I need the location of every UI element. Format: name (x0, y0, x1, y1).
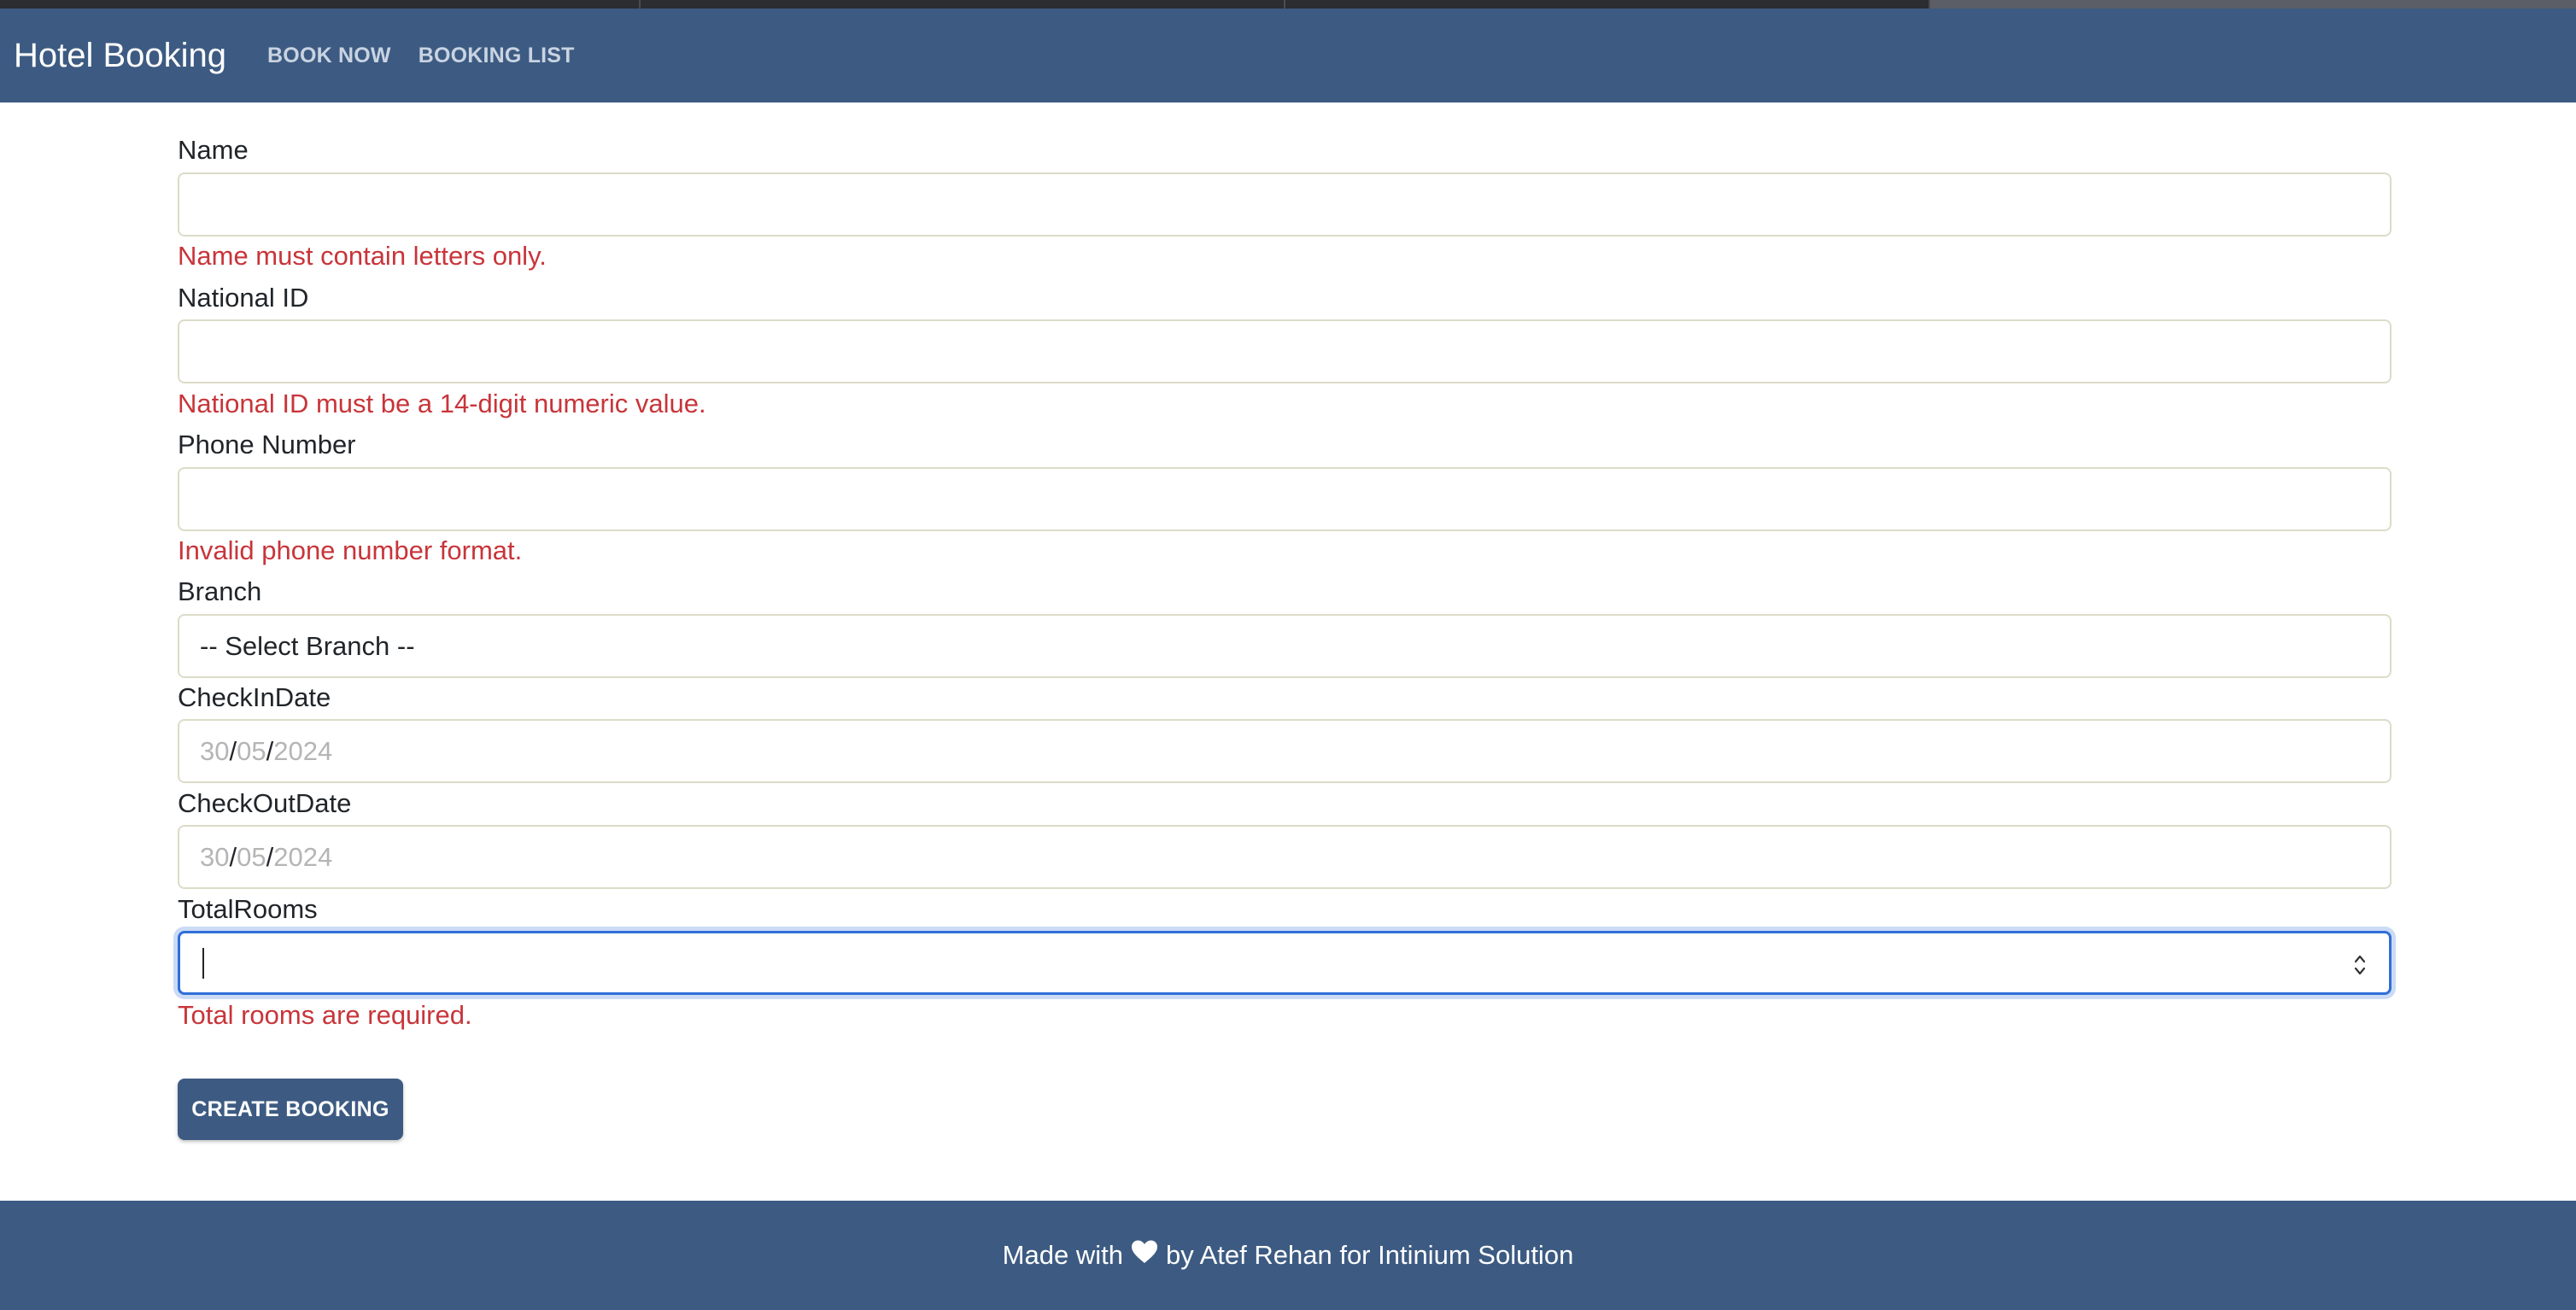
footer-suffix: by Atef Rehan for Intinium Solution (1165, 1240, 1574, 1270)
heart-icon (1130, 1239, 1159, 1272)
checkin-date-input[interactable]: 30/05/2024 (178, 719, 2392, 783)
footer: Made with by Atef Rehan for Intinium Sol… (0, 1201, 2576, 1310)
checkout-month[interactable]: 05 (237, 842, 266, 873)
national-id-input[interactable] (178, 319, 2392, 383)
phone-error: Invalid phone number format. (178, 535, 523, 565)
date-separator: / (266, 841, 274, 872)
branch-select[interactable]: -- Select Branch -- (178, 614, 2392, 678)
create-booking-button[interactable]: CREATE BOOKING (178, 1079, 403, 1140)
footer-prefix: Made with (1002, 1240, 1123, 1270)
checkin-year[interactable]: 2024 (273, 736, 332, 767)
tab-segment (0, 0, 641, 9)
national-id-error: National ID must be a 14-digit numeric v… (178, 389, 706, 418)
heart-svg (1131, 1240, 1157, 1263)
nav-link-book-now[interactable]: BOOK NOW (267, 44, 391, 68)
checkin-month[interactable]: 05 (237, 736, 266, 767)
name-input[interactable] (178, 173, 2392, 237)
checkin-day[interactable]: 30 (200, 736, 229, 767)
name-label: Name (178, 135, 249, 165)
text-caret (202, 947, 204, 979)
phone-input[interactable] (178, 467, 2392, 531)
date-separator: / (229, 735, 237, 766)
checkout-date-input[interactable]: 30/05/2024 (178, 825, 2392, 889)
branch-label: Branch (178, 576, 262, 606)
tab-segment (1285, 0, 1930, 9)
brand-title[interactable]: Hotel Booking (14, 37, 226, 75)
total-rooms-label: TotalRooms (178, 894, 318, 924)
spinner-arrows-icon[interactable] (2351, 950, 2368, 980)
national-id-label: National ID (178, 283, 309, 313)
date-separator: / (229, 841, 237, 872)
browser-tab-strip (0, 0, 2576, 9)
spinner-arrows-svg (2354, 955, 2366, 975)
checkout-label: CheckOutDate (178, 788, 352, 818)
name-error: Name must contain letters only. (178, 241, 547, 271)
checkout-day[interactable]: 30 (200, 842, 229, 873)
checkout-year[interactable]: 2024 (273, 842, 332, 873)
branch-selected-value: -- Select Branch -- (200, 630, 415, 661)
tab-segment (641, 0, 1285, 9)
checkin-label: CheckInDate (178, 682, 331, 712)
total-rooms-input[interactable] (178, 931, 2392, 995)
nav-link-booking-list[interactable]: BOOKING LIST (419, 44, 575, 68)
tab-segment-active (1930, 0, 2576, 9)
navbar: Hotel Booking BOOK NOW BOOKING LIST (0, 9, 2576, 102)
phone-label: Phone Number (178, 430, 356, 459)
date-separator: / (266, 735, 274, 766)
total-rooms-error: Total rooms are required. (178, 1000, 472, 1030)
